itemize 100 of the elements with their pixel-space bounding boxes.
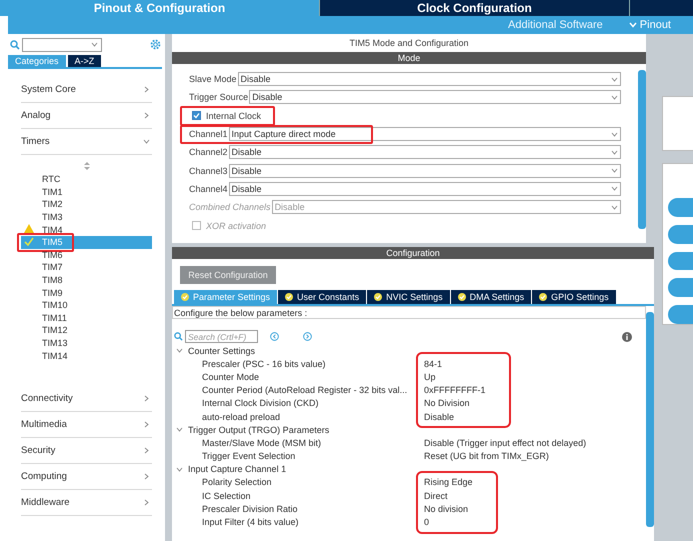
- parameter-value[interactable]: Disable: [424, 410, 486, 424]
- parameter-name: Master/Slave Mode (MSM bit): [202, 436, 322, 450]
- settings-icon[interactable]: [150, 39, 161, 50]
- side-button[interactable]: [668, 252, 693, 270]
- peripheral-item[interactable]: TIM8: [21, 274, 152, 286]
- dropdown[interactable]: Disable: [228, 164, 621, 178]
- peripheral-item[interactable]: TIM2: [21, 198, 152, 211]
- chevron-down-icon: [628, 22, 637, 28]
- category-item[interactable]: Multimedia: [21, 412, 152, 438]
- peripheral-item[interactable]: TIM13: [21, 336, 152, 350]
- search-icon: [174, 332, 183, 341]
- peripheral-item[interactable]: TIM10: [21, 298, 152, 312]
- parameter-value[interactable]: Reset (UG bit from TIMx_EGR): [424, 450, 586, 463]
- peripheral-item[interactable]: TIM4: [21, 223, 152, 236]
- parameter-name: Polarity Selection: [202, 476, 273, 490]
- search-combo[interactable]: [22, 38, 102, 52]
- chevron-right-icon: [143, 394, 150, 402]
- dropdown[interactable]: Input Capture direct mode: [228, 127, 621, 142]
- chevron-right-icon: [143, 112, 150, 119]
- peripheral-item[interactable]: TIM6: [21, 248, 152, 262]
- parameter-name: Counter Period (AutoReload Register - 32 bits val...: [202, 384, 408, 397]
- chevron-down-icon: [611, 185, 618, 192]
- chevron-down-icon: [611, 94, 618, 101]
- previous-icon[interactable]: [270, 332, 279, 341]
- group-title[interactable]: Counter Settings: [188, 346, 256, 356]
- parameter-value[interactable]: Rising Edge: [424, 476, 473, 490]
- category-item[interactable]: Middleware: [21, 490, 152, 516]
- category-item[interactable]: System Core: [21, 77, 152, 103]
- chevron-down-icon: [611, 167, 618, 174]
- settings-tab[interactable]: User Constants: [278, 290, 368, 304]
- checkbox-label: XOR activation: [206, 220, 266, 231]
- parameter-name: Input Filter (4 bits value): [202, 516, 300, 529]
- search-icon[interactable]: [10, 40, 20, 50]
- chevron-down-icon: [176, 426, 183, 434]
- chevron-right-icon: [143, 472, 150, 480]
- category-item[interactable]: Timers: [21, 129, 152, 155]
- peripheral-item[interactable]: TIM12: [21, 324, 152, 337]
- chevron-right-icon: [143, 446, 150, 454]
- parameter-value[interactable]: 0xFFFFFFFF-1: [424, 384, 486, 397]
- view-tab[interactable]: A->Z: [68, 55, 102, 67]
- field-label: Channel1: [189, 129, 228, 140]
- chevron-down-icon: [176, 347, 183, 354]
- info-icon[interactable]: [622, 332, 632, 342]
- check-circle-icon: [458, 293, 466, 301]
- field-label: Channel3: [189, 166, 228, 176]
- check-circle-icon: [285, 293, 294, 301]
- peripheral-item[interactable]: TIM3: [21, 210, 152, 224]
- settings-tab[interactable]: NVIC Settings: [367, 290, 451, 304]
- chevron-down-icon: [611, 76, 618, 83]
- checkbox-label: Internal Clock: [206, 110, 262, 121]
- field-label: Channel2: [189, 147, 228, 158]
- chevron-down-icon: [611, 130, 618, 138]
- next-icon[interactable]: [303, 332, 312, 341]
- dropdown[interactable]: Disable: [228, 145, 621, 160]
- parameter-value[interactable]: 84-1: [424, 357, 486, 370]
- parameter-value[interactable]: No Division: [424, 396, 486, 410]
- settings-tab[interactable]: DMA Settings: [450, 290, 532, 304]
- parameter-value[interactable]: Up: [424, 370, 486, 384]
- parameter-name: Counter Mode: [202, 370, 260, 384]
- scrollbar[interactable]: [646, 312, 654, 527]
- category-item[interactable]: Security: [21, 438, 152, 464]
- chevron-down-icon: [176, 466, 183, 473]
- side-button[interactable]: [668, 224, 693, 244]
- parameter-value[interactable]: Disable (Trigger input effect not delayed): [424, 436, 586, 450]
- group-title[interactable]: Trigger Output (TRGO) Parameters: [188, 424, 330, 435]
- category-item[interactable]: Analog: [21, 103, 152, 129]
- side-button[interactable]: [668, 198, 693, 217]
- chevron-down-icon: [143, 138, 150, 145]
- parameter-value[interactable]: 0: [424, 515, 473, 529]
- peripheral-item[interactable]: RTC: [21, 173, 152, 186]
- parameter-value[interactable]: Direct: [424, 489, 473, 502]
- peripheral-item[interactable]: TIM7: [21, 261, 152, 274]
- field-label: Combined Channels: [189, 202, 271, 212]
- category-item[interactable]: Computing: [21, 464, 152, 490]
- peripheral-item[interactable]: TIM11: [21, 312, 152, 324]
- parameter-value[interactable]: No division: [424, 502, 473, 516]
- parameter-name: Internal Clock Division (CKD): [202, 397, 320, 410]
- dropdown[interactable]: Disable: [249, 90, 621, 104]
- panel-title: TIM5 Mode and Configuration: [348, 37, 470, 50]
- side-button[interactable]: [668, 278, 693, 298]
- chevron-down-icon: [611, 204, 618, 211]
- dropdown[interactable]: Disable: [228, 182, 621, 196]
- field-label: Slave Mode: [189, 74, 237, 84]
- field-label: Channel4: [189, 184, 228, 194]
- side-button[interactable]: [668, 305, 693, 324]
- search-field[interactable]: Search (Crtl+F): [185, 330, 258, 343]
- peripheral-item[interactable]: TIM9: [21, 286, 152, 299]
- peripheral-item[interactable]: TIM1: [21, 186, 152, 198]
- category-item[interactable]: Connectivity: [21, 386, 152, 412]
- group-title[interactable]: Input Capture Channel 1: [188, 464, 286, 474]
- checkbox[interactable]: [192, 111, 201, 120]
- parameter-name: IC Selection: [202, 490, 252, 502]
- sort-icon[interactable]: [84, 162, 90, 170]
- scrollbar[interactable]: [638, 70, 646, 229]
- peripheral-item[interactable]: TIM14: [21, 349, 152, 362]
- chevron-down-icon: [91, 41, 98, 48]
- highlight-frame: [17, 232, 74, 252]
- dropdown[interactable]: Disable: [238, 72, 621, 86]
- settings-tab[interactable]: GPIO Settings: [532, 290, 617, 304]
- check-circle-icon: [374, 293, 382, 301]
